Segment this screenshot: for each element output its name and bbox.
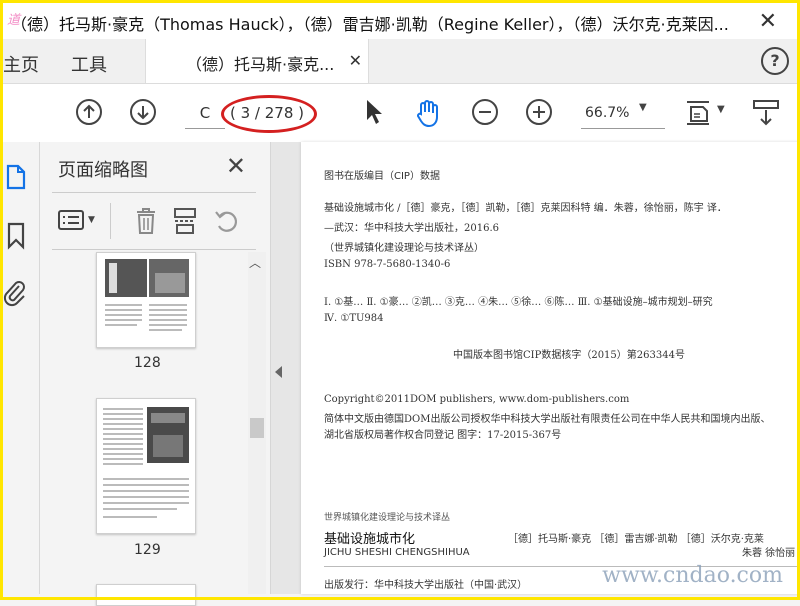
options-dropdown-icon[interactable]: ▼: [88, 215, 95, 225]
cip-heading: 图书在版编目（CIP）数据: [324, 171, 440, 182]
window-title: （德）托马斯·豪克（Thomas Hauck），（德）雷吉娜·凯勒（Regine…: [11, 15, 729, 34]
cip-core-number: 中国版本图书馆CIP数据核字（2015）第263344号: [453, 350, 685, 361]
thumbnail-page-next[interactable]: [96, 584, 196, 606]
thumbnail-preview: [105, 259, 189, 331]
title-bar: 道 （德）托马斯·豪克（Thomas Hauck），（德）雷吉娜·凯勒（Regi…: [3, 3, 797, 39]
zoom-in-icon[interactable]: [525, 98, 553, 126]
scroll-mode-icon[interactable]: [751, 98, 781, 128]
thumbnail-page-129[interactable]: [96, 398, 196, 534]
next-page-icon[interactable]: [129, 98, 157, 126]
tab-tools[interactable]: 工具: [71, 51, 107, 77]
panel-title: 页面缩略图: [58, 160, 148, 181]
hand-tool-icon[interactable]: [413, 98, 443, 128]
help-icon[interactable]: ?: [761, 47, 789, 75]
series-name: 世界城镇化建设理论与技术译丛: [324, 513, 451, 523]
close-tab-icon[interactable]: ✕: [349, 51, 362, 70]
close-window-icon[interactable]: ✕: [759, 9, 777, 34]
tab-home[interactable]: 主页: [3, 51, 39, 77]
page-number-input[interactable]: C: [185, 98, 225, 129]
cip-classification: Ⅳ. ①TU984: [324, 313, 384, 324]
document-viewport[interactable]: 图书在版编目（CIP）数据 基础设施城市化 /［德］豪克，［德］凯勒，［德］克莱…: [271, 142, 800, 594]
tool-divider: [110, 203, 111, 239]
cip-line: —武汉：华中科技大学出版社，2016.6: [324, 223, 499, 234]
book-title: 基础设施城市化: [324, 532, 416, 547]
delete-page-icon[interactable]: [134, 207, 158, 235]
left-nav-strip: [3, 142, 40, 594]
cip-isbn: ISBN 978-7-5680-1340-6: [324, 259, 451, 270]
zoom-level-select[interactable]: 66.7%: [581, 98, 665, 129]
document-page: 图书在版编目（CIP）数据 基础设施城市化 /［德］豪克，［德］凯勒，［德］克莱…: [301, 142, 800, 594]
rotate-page-icon[interactable]: [212, 207, 240, 235]
bookmark-icon[interactable]: [5, 222, 27, 250]
fit-page-icon[interactable]: [683, 98, 713, 128]
select-arrow-icon[interactable]: [363, 98, 385, 126]
thumbnail-options-icon[interactable]: [58, 209, 84, 231]
book-pinyin: JICHU SHESHI CHENGSHIHUA: [324, 547, 470, 558]
cip-classification: Ⅰ. ①基… Ⅱ. ①豪… ②凯… ③克… ④朱… ⑤徐… ⑥陈… Ⅲ. ①基础…: [324, 297, 713, 308]
zoom-out-icon[interactable]: [471, 98, 499, 126]
scrollbar-thumb[interactable]: [250, 418, 264, 438]
scroll-up-icon[interactable]: ︿: [249, 254, 261, 271]
extract-pages-icon[interactable]: [172, 207, 198, 235]
cip-line: 基础设施城市化 /［德］豪克，［德］凯勒，［德］克莱因科特 编．朱蓉，徐怡丽，陈…: [324, 203, 727, 214]
thumbnail-page-128[interactable]: [96, 252, 196, 348]
fit-dropdown-icon[interactable]: ▼: [717, 104, 725, 115]
attachment-icon[interactable]: [3, 278, 27, 308]
toolbar: C ( 3 / 278 ) 66.7% ▼ ▼: [3, 84, 797, 143]
tab-document[interactable]: （德）托马斯·豪克... ✕: [145, 39, 369, 83]
highlight-annotation: [221, 95, 317, 133]
collapse-panel-icon[interactable]: [275, 366, 282, 378]
watermark: www.cndao.com: [602, 563, 783, 588]
cip-line: （世界城镇化建设理论与技术译丛）: [324, 243, 484, 254]
page-thumbnails-icon[interactable]: [5, 164, 27, 190]
thumbnail-label: 128: [134, 355, 161, 371]
license-line: 湖北省版权局著作权合同登记 图字：17-2015-367号: [324, 430, 562, 441]
thumbnail-toolbar: ▼: [52, 192, 256, 250]
license-line: 简体中文版由德国DOM出版公司授权华中科技大学出版社有限责任公司在中华人民共和国…: [324, 414, 771, 425]
close-panel-icon[interactable]: ✕: [226, 152, 246, 180]
thumbnail-scrollbar[interactable]: ︿: [248, 252, 266, 594]
thumbnail-label: 129: [134, 542, 161, 558]
book-translators: 朱蓉 徐怡丽: [742, 548, 796, 559]
tab-bar: 主页 工具 （德）托马斯·豪克... ✕ ?: [3, 39, 797, 84]
book-authors: ［德］托马斯·豪克 ［德］雷吉娜·凯勒 ［德］沃尔克·克莱: [508, 534, 764, 545]
prev-page-icon[interactable]: [75, 98, 103, 126]
copyright-line: Copyright©2011DOM publishers, www.dom-pu…: [324, 394, 630, 405]
document-tab-title: （德）托马斯·豪克...: [186, 55, 335, 74]
publisher-line: 出版发行：华中科技大学出版社（中国·武汉）: [324, 580, 528, 591]
zoom-dropdown-icon[interactable]: ▼: [639, 102, 647, 113]
thumbnail-panel: 页面缩略图 ✕ ▼ 128 129 ︿: [40, 142, 271, 606]
thumbnail-preview: [103, 407, 189, 518]
